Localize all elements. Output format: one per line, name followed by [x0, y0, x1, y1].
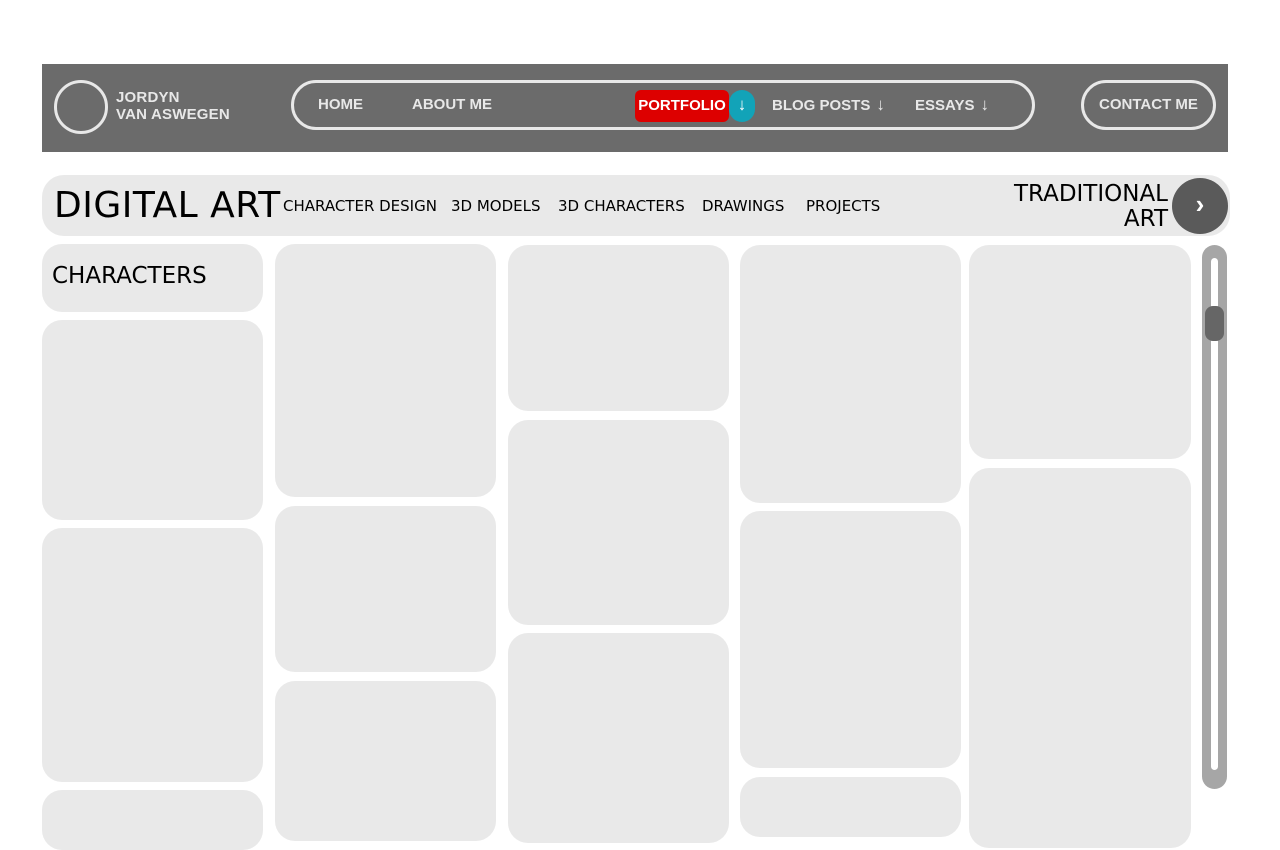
nav-essays-label: ESSAYS	[915, 97, 975, 114]
gallery-card[interactable]	[740, 245, 961, 503]
next-section-label[interactable]: TRADITIONAL ART	[1014, 182, 1168, 232]
nav-blog-posts[interactable]: BLOG POSTS ↓	[772, 83, 885, 127]
subnav-projects[interactable]: PROJECTS	[806, 175, 880, 236]
site-header: JORDYN VAN ASWEGEN HOME ABOUT ME PORTFOL…	[42, 64, 1228, 152]
gallery-card[interactable]	[508, 245, 729, 411]
nav-portfolio[interactable]: PORTFOLIO	[635, 90, 729, 122]
gallery-scrollbar[interactable]	[1202, 245, 1227, 789]
next-section-line2: ART	[1123, 206, 1168, 232]
brand-first-name: JORDYN	[116, 89, 180, 106]
gallery-card[interactable]	[508, 633, 729, 843]
gallery-card[interactable]	[508, 420, 729, 625]
gallery-card[interactable]	[740, 777, 961, 837]
contact-me-button[interactable]: CONTACT ME	[1081, 80, 1216, 130]
brand-name[interactable]: JORDYN VAN ASWEGEN	[116, 89, 230, 123]
gallery-card[interactable]	[969, 468, 1191, 848]
nav-blog-posts-label: BLOG POSTS	[772, 97, 871, 114]
blog-posts-arrow-down-icon: ↓	[876, 95, 885, 114]
gallery-card[interactable]	[42, 320, 263, 520]
gallery-card[interactable]	[275, 244, 496, 497]
nav-home[interactable]: HOME	[318, 83, 363, 127]
gallery-card[interactable]	[275, 681, 496, 841]
section-heading-characters: CHARACTERS	[52, 263, 207, 289]
main-nav: HOME ABOUT ME PORTFOLIO ↓ BLOG POSTS ↓ ES…	[291, 80, 1035, 130]
essays-arrow-down-icon: ↓	[980, 95, 989, 114]
gallery-card[interactable]	[969, 245, 1191, 459]
brand-last-name: VAN ASWEGEN	[116, 106, 230, 123]
gallery-card[interactable]	[42, 528, 263, 782]
logo-circle-icon[interactable]	[54, 80, 108, 134]
section-heading-card: CHARACTERS	[42, 244, 263, 312]
subnav-3d-models[interactable]: 3D MODELS	[451, 175, 541, 236]
chevron-right-icon[interactable]: ›	[1172, 178, 1228, 234]
scrollbar-thumb[interactable]	[1205, 306, 1224, 341]
section-title: DIGITAL ART	[54, 185, 281, 226]
gallery-card[interactable]	[42, 790, 263, 850]
nav-essays[interactable]: ESSAYS ↓	[915, 83, 989, 127]
portfolio-dropdown-arrow-icon[interactable]: ↓	[729, 90, 755, 122]
gallery-card[interactable]	[740, 511, 961, 768]
subnav-3d-characters[interactable]: 3D CHARACTERS	[558, 175, 685, 236]
subnav-drawings[interactable]: DRAWINGS	[702, 175, 784, 236]
subnav-character-design[interactable]: CHARACTER DESIGN	[283, 175, 437, 236]
section-subnav: DIGITAL ART CHARACTER DESIGN 3D MODELS 3…	[42, 175, 1230, 236]
gallery-card[interactable]	[275, 506, 496, 672]
next-section-line1: TRADITIONAL	[1013, 181, 1168, 207]
nav-about-me[interactable]: ABOUT ME	[412, 83, 492, 127]
